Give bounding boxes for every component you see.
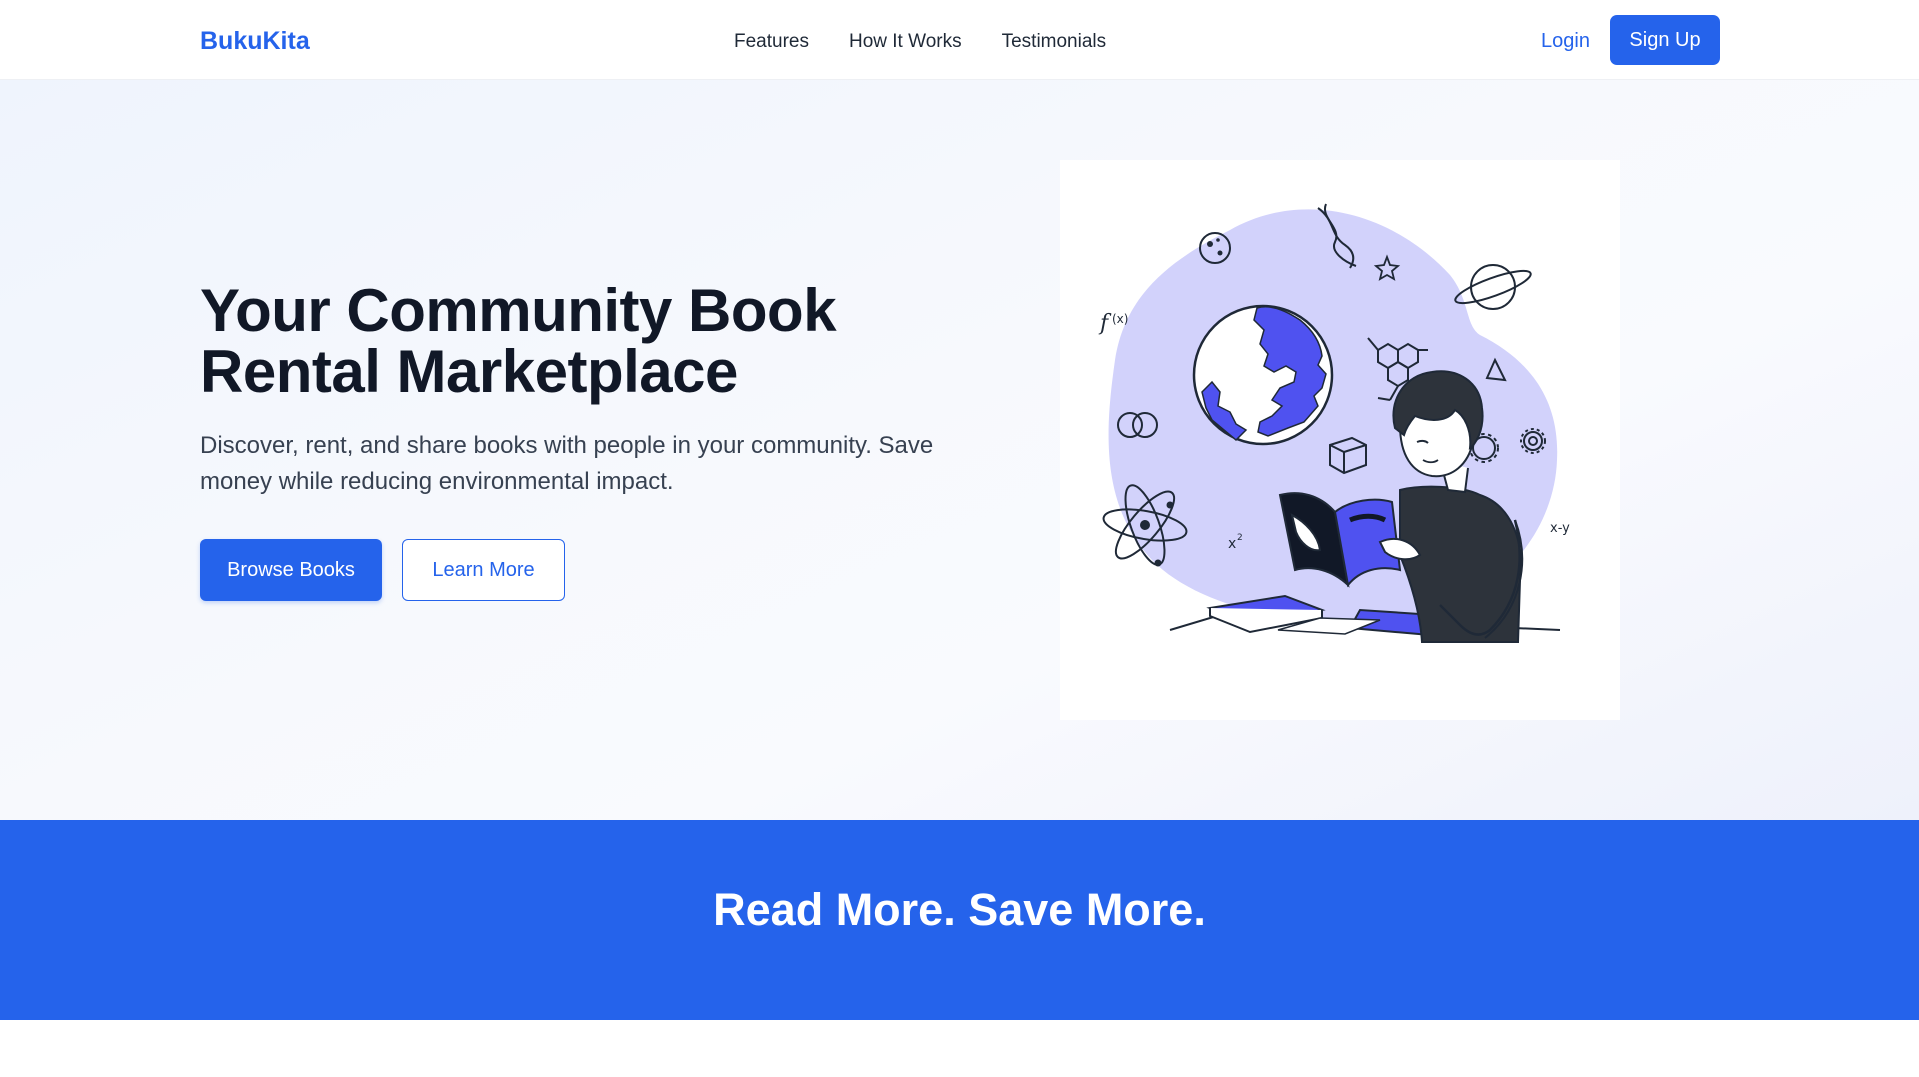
main-nav: Features How It Works Testimonials (734, 24, 1106, 59)
value-banner: Read More. Save More. (0, 820, 1919, 1020)
nav-link-features[interactable]: Features (734, 24, 809, 59)
svg-text:f: f (1098, 311, 1112, 336)
hero-title: Your Community Book Rental Marketplace (200, 277, 837, 405)
svg-text:x-y: x-y (1550, 521, 1570, 536)
hero-section: Your Community Book Rental Marketplace D… (0, 80, 1919, 820)
top-navbar: BukuKita Features How It Works Testimoni… (0, 0, 1919, 80)
reading-person-illustration-icon: f (x) x 2 x-y (1098, 203, 1570, 643)
svg-text:x: x (1228, 536, 1236, 552)
hero-illustration: f (x) x 2 x-y (1060, 160, 1620, 720)
nav-link-how-it-works[interactable]: How It Works (849, 24, 962, 59)
hero-description: Discover, rent, and share books with peo… (200, 432, 934, 495)
svg-text:2: 2 (1237, 533, 1243, 543)
brand-logo[interactable]: BukuKita (200, 24, 310, 59)
browse-books-button[interactable]: Browse Books (200, 539, 382, 601)
nav-link-testimonials[interactable]: Testimonials (1002, 24, 1107, 59)
learn-more-button[interactable]: Learn More (402, 539, 565, 601)
banner-title: Read More. Save More. (713, 884, 1206, 935)
login-link[interactable]: Login (1541, 24, 1590, 59)
svg-text:(x): (x) (1112, 312, 1128, 326)
signup-button[interactable]: Sign Up (1610, 15, 1720, 65)
